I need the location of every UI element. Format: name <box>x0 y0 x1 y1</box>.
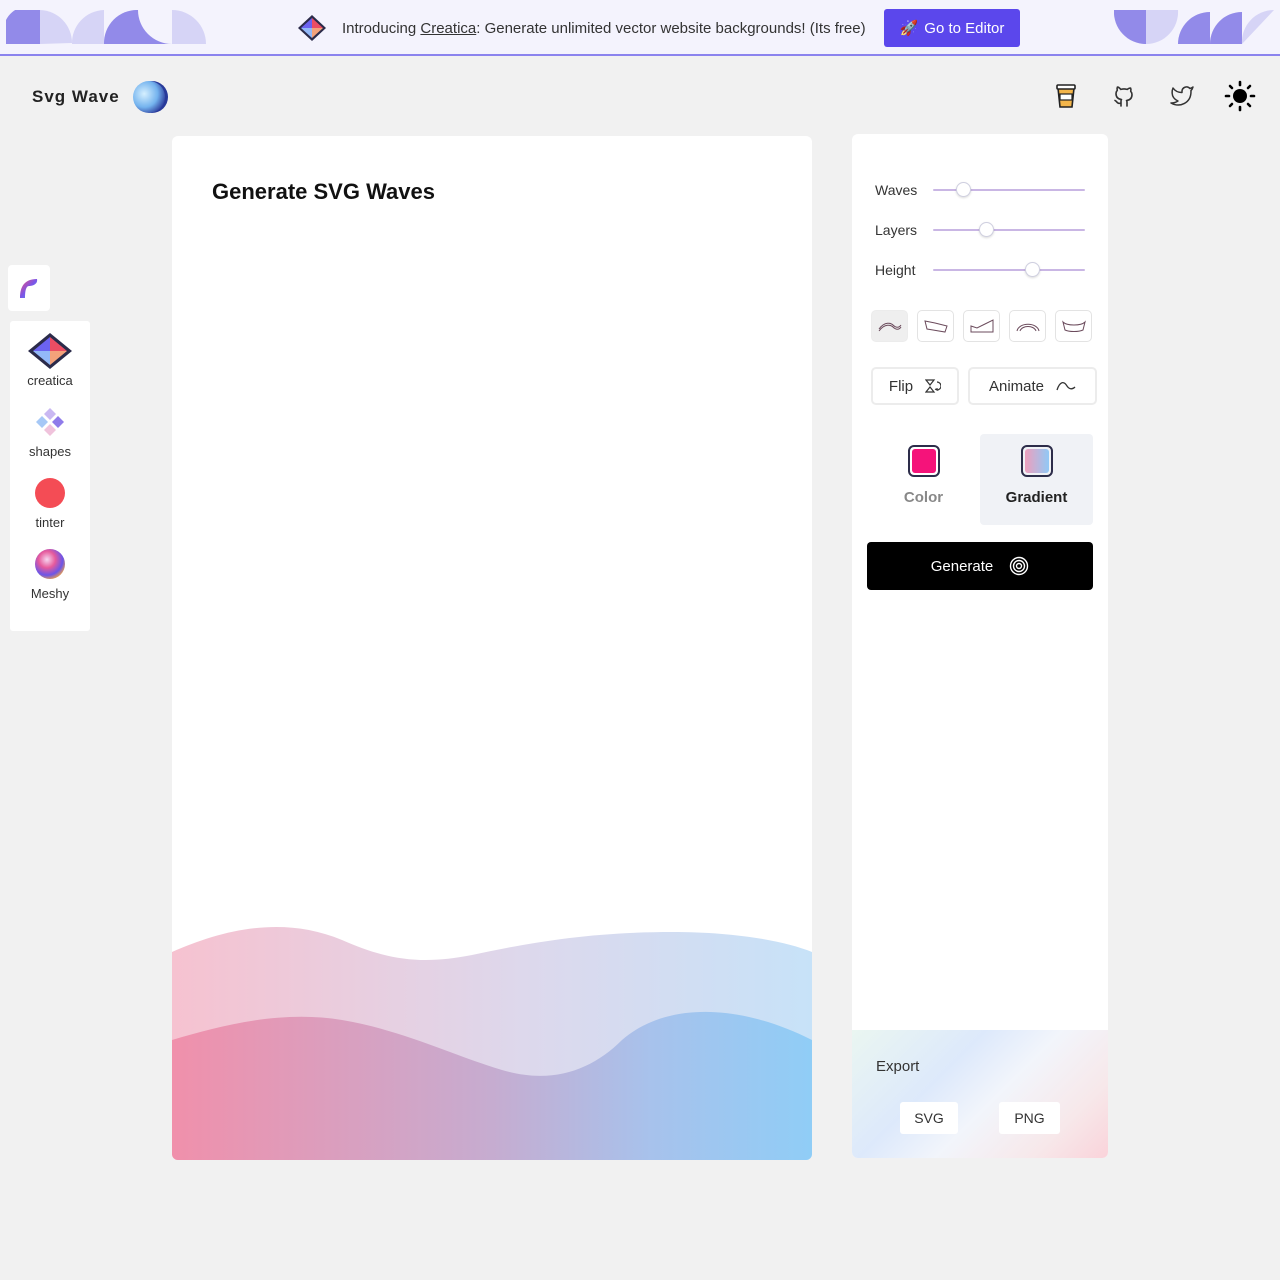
sidebar-item-label: Meshy <box>30 586 70 601</box>
brand-name: Svg Wave <box>32 87 120 106</box>
export-svg-button[interactable]: SVG <box>900 1102 958 1134</box>
shape-peak-wave-button[interactable] <box>963 310 1000 342</box>
rocket-icon: 🚀 <box>899 20 919 37</box>
waves-slider[interactable]: Waves <box>875 180 1085 200</box>
arc-wave-icon <box>1016 323 1039 332</box>
target-icon <box>1010 556 1029 576</box>
creatica-link[interactable]: Creatica <box>420 20 476 37</box>
svgwave-app-icon <box>20 279 38 298</box>
slider-thumb[interactable] <box>979 222 995 237</box>
layers-slider[interactable]: Layers <box>875 220 1085 240</box>
shape-valley-wave-button[interactable] <box>1055 310 1092 342</box>
color-swatch[interactable] <box>907 445 940 477</box>
export-png-button[interactable]: PNG <box>999 1102 1060 1134</box>
shape-smooth-wave-button[interactable] <box>871 310 908 342</box>
flip-icon <box>925 379 942 393</box>
smooth-wave-icon <box>878 322 901 332</box>
fill-label: Gradient <box>1005 489 1068 506</box>
banner-right-decoration <box>1114 10 1274 44</box>
creatica-logo-icon <box>298 15 326 41</box>
twitter-icon[interactable] <box>1166 80 1198 112</box>
shape-step-wave-button[interactable] <box>917 310 954 342</box>
go-to-editor-button[interactable]: 🚀 Go to Editor <box>883 9 1021 47</box>
slider-label: Waves <box>875 182 918 198</box>
solid-color-swatch <box>911 449 936 473</box>
fill-type-options: Color Gradient <box>867 434 1093 525</box>
flip-button[interactable]: Flip <box>871 367 959 405</box>
slider-label: Layers <box>875 222 918 238</box>
banner-text: Introducing Creatica: Generate unlimited… <box>342 19 866 37</box>
shapes-icon <box>27 402 73 442</box>
fill-gradient-option[interactable]: Gradient <box>980 434 1093 525</box>
meshy-icon <box>27 544 73 584</box>
brand-logo-icon <box>132 81 168 113</box>
animate-button[interactable]: Animate <box>968 367 1097 405</box>
slider-thumb[interactable] <box>956 182 972 197</box>
tools-sidebar: creatica shapes tinter Meshy <box>10 321 90 631</box>
fill-label: Color <box>903 489 944 506</box>
wave-options: Flip Animate <box>871 367 1097 405</box>
sidebar-item-meshy[interactable]: Meshy <box>10 544 90 615</box>
wave-preview: Generate SVG Waves <box>172 136 812 1160</box>
slider-track[interactable] <box>933 222 1085 237</box>
generate-button[interactable]: Generate <box>867 542 1093 590</box>
slider-track[interactable] <box>933 182 1085 197</box>
page-title: Generate SVG Waves <box>212 179 435 204</box>
sidebar-item-creatica[interactable]: creatica <box>10 331 90 402</box>
sidebar-item-tinter[interactable]: tinter <box>10 473 90 544</box>
github-icon[interactable] <box>1108 80 1140 112</box>
coffee-icon[interactable] <box>1050 80 1082 112</box>
sidebar-toggle[interactable] <box>8 265 50 311</box>
banner-left-decoration <box>6 10 206 44</box>
wave-shape-options <box>871 310 1092 342</box>
shape-arc-wave-button[interactable] <box>1009 310 1046 342</box>
valley-wave-icon <box>1061 320 1086 332</box>
brand[interactable]: Svg Wave <box>32 80 170 114</box>
peak-wave-icon <box>970 319 993 333</box>
gradient-swatch[interactable] <box>1020 445 1053 477</box>
sidebar-item-label: tinter <box>35 515 65 530</box>
sidebar-item-label: shapes <box>29 444 71 459</box>
height-slider[interactable]: Height <box>875 260 1085 280</box>
wave-graphic <box>172 927 812 1160</box>
header-icons <box>1050 80 1256 112</box>
slider-track[interactable] <box>933 262 1085 277</box>
step-wave-icon <box>923 320 948 333</box>
slider-label: Height <box>875 262 916 278</box>
sidebar-item-label: creatica <box>27 373 73 388</box>
creatica-icon <box>27 331 73 371</box>
sidebar-item-shapes[interactable]: shapes <box>10 402 90 473</box>
control-panel: Waves Layers Height Flip Animate Color G… <box>852 134 1108 1158</box>
tinter-icon <box>27 473 73 513</box>
export-label: Export <box>876 1058 920 1075</box>
gradient-color-swatch <box>1024 449 1049 473</box>
slider-thumb[interactable] <box>1024 262 1040 277</box>
promo-banner: Introducing Creatica: Generate unlimited… <box>0 0 1280 56</box>
export-section: Export SVG PNG <box>852 1030 1108 1158</box>
sun-icon[interactable] <box>1224 80 1256 112</box>
fill-color-option[interactable]: Color <box>867 434 980 525</box>
wave-curve-icon <box>1056 382 1076 391</box>
